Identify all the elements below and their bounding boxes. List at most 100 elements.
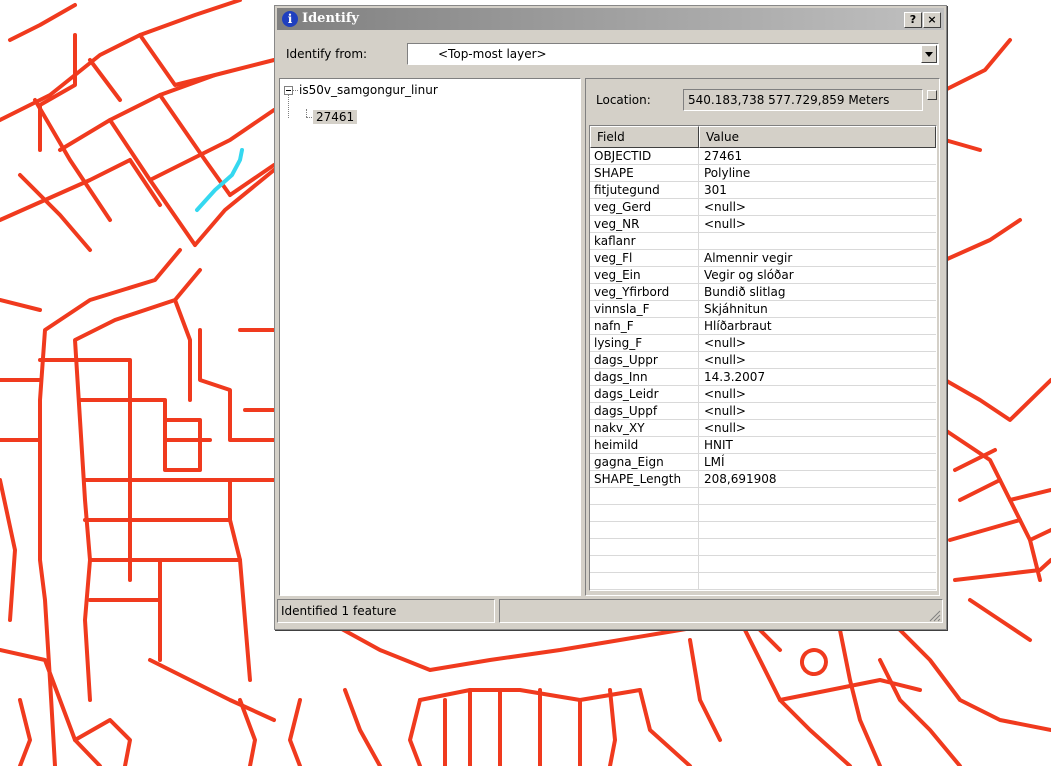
field-value-cell: Vegir og slóðar	[704, 268, 794, 282]
table-row[interactable]: dags_Uppf <null>	[590, 403, 936, 420]
table-row[interactable]: veg_Yfirbord Bundið slitlag	[590, 284, 936, 301]
field-value-cell: Skjáhnitun	[704, 302, 768, 316]
attributes-pane: Location: 540.183,738 577.729,859 Meters…	[585, 78, 940, 596]
road	[288, 698, 302, 766]
table-row[interactable]	[590, 539, 936, 556]
tree-layer-node[interactable]: is50v_samgongur_linur	[299, 83, 438, 97]
field-name-cell: veg_Gerd	[594, 200, 652, 214]
table-row[interactable]: dags_Inn 14.3.2007	[590, 369, 936, 386]
attribute-table[interactable]: Field Value OBJECTID 27461 SHAPE Polyline fi…	[589, 125, 937, 591]
table-row[interactable]	[590, 505, 936, 522]
road	[228, 478, 252, 682]
table-row[interactable]: dags_Uppr <null>	[590, 352, 936, 369]
road	[38, 248, 182, 766]
field-name-cell: SHAPE_Length	[594, 472, 682, 486]
resize-grip-icon[interactable]	[929, 610, 941, 622]
field-name-cell: vinnsla_F	[594, 302, 650, 316]
road	[638, 688, 692, 766]
road	[163, 418, 202, 472]
table-row[interactable]: SHAPE_Length 208,691908	[590, 471, 936, 488]
road	[173, 298, 192, 402]
field-name-cell: kaflanr	[594, 234, 636, 248]
road	[108, 118, 197, 247]
field-name-cell: gagna_Eign	[594, 455, 664, 469]
field-name-cell: veg_Ein	[594, 268, 641, 282]
road	[968, 598, 1032, 642]
table-row[interactable]: nafn_F Hlíðarbraut	[590, 318, 936, 335]
road	[73, 268, 202, 702]
road	[943, 378, 1051, 422]
help-button[interactable]: ?	[904, 12, 922, 28]
field-name-cell: nakv_XY	[594, 421, 645, 435]
table-row[interactable]: nakv_XY <null>	[590, 420, 936, 437]
field-name-cell: OBJECTID	[594, 149, 652, 163]
column-header-field[interactable]: Field	[590, 126, 699, 148]
field-value-cell: Almennir vegir	[704, 251, 793, 265]
road	[88, 58, 122, 102]
road	[418, 688, 642, 702]
road	[688, 638, 722, 742]
road	[0, 298, 42, 312]
road	[148, 658, 276, 722]
tree-feature-node[interactable]: 27461	[313, 110, 358, 124]
field-value-cell: LMÍ	[704, 455, 725, 469]
chevron-down-icon[interactable]	[921, 45, 937, 63]
identify-from-dropdown[interactable]: <Top-most layer>	[407, 43, 939, 65]
road	[943, 218, 1022, 262]
road	[408, 698, 422, 766]
table-row[interactable]	[590, 488, 936, 505]
road	[73, 718, 132, 766]
table-row[interactable]: lysing_F <null>	[590, 335, 936, 352]
collapse-icon[interactable]	[284, 86, 293, 95]
table-row[interactable]	[590, 556, 936, 573]
identify-from-label: Identify from:	[286, 47, 368, 61]
road	[18, 698, 32, 766]
table-row[interactable]: dags_Leidr <null>	[590, 386, 936, 403]
table-row[interactable]: kaflanr	[590, 233, 936, 250]
status-text: Identified 1 feature	[277, 599, 495, 623]
road	[958, 478, 1002, 502]
title-bar[interactable]: i Identify ? ×	[277, 8, 944, 30]
road	[38, 33, 77, 152]
field-name-cell: veg_Yfirbord	[594, 285, 670, 299]
location-menu-icon[interactable]	[927, 90, 937, 100]
column-header-value[interactable]: Value	[699, 126, 936, 148]
field-value-cell: 27461	[704, 149, 743, 163]
road	[943, 38, 1012, 92]
table-row[interactable]: fitjutegund 301	[590, 182, 936, 199]
road	[1028, 528, 1051, 542]
road	[878, 658, 962, 766]
field-name-cell: dags_Uppr	[594, 353, 658, 367]
table-row[interactable]: veg_Gerd <null>	[590, 199, 936, 216]
field-value-cell: <null>	[704, 387, 746, 401]
table-row[interactable]: veg_Fl Almennir vegir	[590, 250, 936, 267]
location-value: 540.183,738 577.729,859 Meters	[683, 89, 923, 111]
table-row[interactable]: vinnsla_F Skjáhnitun	[590, 301, 936, 318]
road	[198, 328, 276, 442]
field-value-cell: Hlíðarbraut	[704, 319, 772, 333]
field-name-cell: heimild	[594, 438, 639, 452]
info-icon: i	[282, 11, 298, 27]
table-row[interactable]: heimild HNIT	[590, 437, 936, 454]
field-value-cell: Bundið slitlag	[704, 285, 786, 299]
field-value-cell: <null>	[704, 336, 746, 350]
table-row[interactable]: veg_NR <null>	[590, 216, 936, 233]
field-name-cell: veg_NR	[594, 217, 640, 231]
table-row[interactable]	[590, 573, 936, 590]
feature-tree[interactable]: is50v_samgongur_linur 27461	[279, 78, 581, 596]
field-value-cell: <null>	[704, 353, 746, 367]
road	[0, 158, 132, 222]
road	[138, 33, 217, 87]
table-row[interactable]: veg_Ein Vegir og slóðar	[590, 267, 936, 284]
field-value-cell: Polyline	[704, 166, 751, 180]
field-value-cell: 301	[704, 183, 727, 197]
location-label: Location:	[596, 93, 651, 107]
field-name-cell: veg_Fl	[594, 251, 633, 265]
table-row[interactable]: gagna_Eign LMÍ	[590, 454, 936, 471]
table-row[interactable]: SHAPE Polyline	[590, 165, 936, 182]
field-name-cell: lysing_F	[594, 336, 643, 350]
table-row[interactable]	[590, 522, 936, 539]
table-row[interactable]: OBJECTID 27461	[590, 148, 936, 165]
close-button[interactable]: ×	[923, 12, 941, 28]
road	[193, 168, 276, 247]
